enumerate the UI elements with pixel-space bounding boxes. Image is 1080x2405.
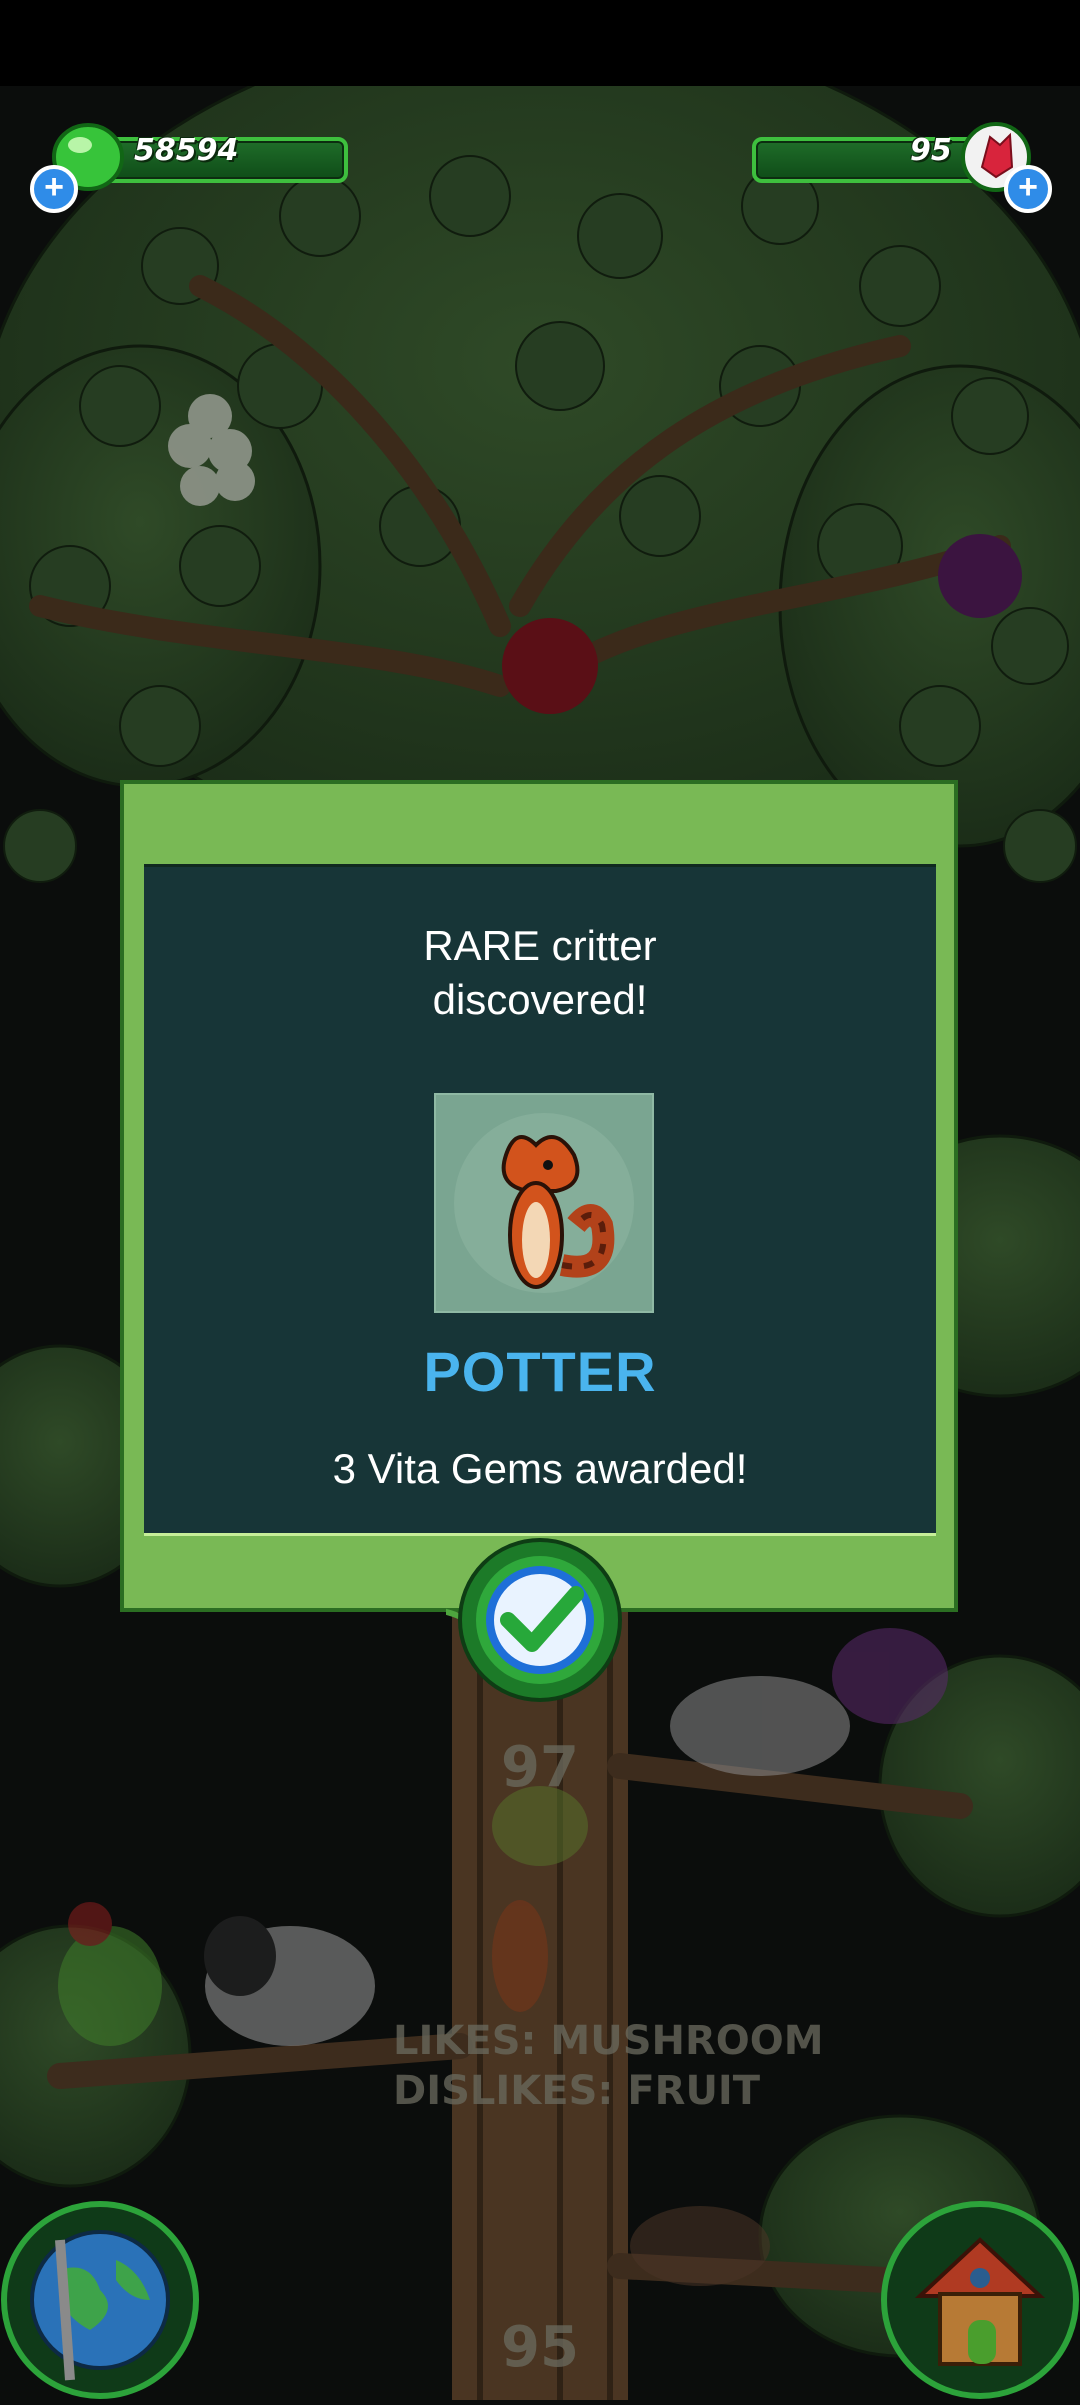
home-button[interactable] — [880, 2200, 1080, 2400]
globe-icon — [1, 2201, 199, 2399]
vita-gem-counter[interactable]: 95 + — [740, 122, 1060, 213]
critter-discovered-dialog: RARE critter discovered! POTTER 3 Vita G… — [120, 780, 958, 1612]
apple-fruit — [502, 618, 598, 714]
vita-gem-value: 95 — [910, 133, 952, 168]
world-map-button[interactable] — [0, 2200, 200, 2400]
critter-portrait — [434, 1093, 654, 1313]
reward-text: 3 Vita Gems awarded! — [332, 1445, 748, 1492]
level-number-top: 97 — [501, 1735, 579, 1800]
critter-image — [454, 1113, 634, 1293]
checkmark-icon — [415, 1538, 622, 1702]
confirm-button[interactable] — [415, 1536, 634, 1704]
green-currency-counter[interactable]: 58594 + — [30, 123, 350, 213]
add-green-currency-plus-icon[interactable]: + — [30, 165, 78, 213]
plum-fruit — [938, 534, 1022, 618]
house-icon — [881, 2201, 1079, 2399]
add-vita-gem-plus-icon[interactable]: + — [1004, 165, 1052, 213]
green-currency-value: 58594 — [134, 133, 239, 168]
status-bar — [0, 0, 1080, 86]
dialog-panel: RARE critter discovered! POTTER 3 Vita G… — [144, 864, 936, 1536]
critter-name: POTTER — [423, 1340, 657, 1403]
likes-text: LIKES: MUSHROOM — [393, 2018, 824, 2064]
dialog-title: RARE critter discovered! — [423, 922, 657, 1023]
level-number-bottom: 95 — [501, 2315, 579, 2380]
dislikes-text: DISLIKES: FRUIT — [393, 2068, 761, 2114]
